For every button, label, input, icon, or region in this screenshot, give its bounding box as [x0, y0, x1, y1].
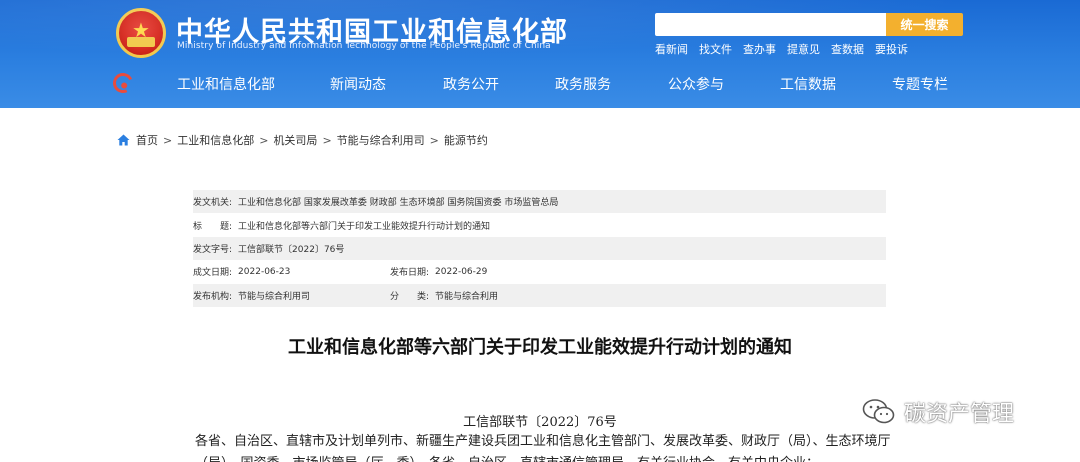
published-label: 发布日期: [390, 268, 430, 279]
breadcrumb-departments[interactable]: 机关司局 [273, 132, 317, 148]
quick-link-feedback[interactable]: 提意见 [787, 41, 820, 57]
emblem-star: ★ [132, 18, 150, 42]
nav-logo-dot [120, 81, 129, 90]
wechat-icon [862, 399, 895, 424]
nav-logo-icon[interactable] [110, 70, 136, 96]
published-date-cell: 发布日期: 2022-06-29 [390, 265, 488, 279]
home-icon [117, 134, 130, 146]
quick-links: 看新闻 找文件 查办事 提意见 查数据 要投诉 [655, 41, 919, 57]
page: ★ 中华人民共和国工业和信息化部 Ministry of Industry an… [0, 0, 1080, 462]
nav-item-ministry[interactable]: 工业和信息化部 [177, 74, 275, 94]
info-row-agency: 发布机构: 节能与综合利用司 分 类: 节能与综合利用 [193, 283, 886, 307]
quick-link-complaint[interactable]: 要投诉 [875, 41, 908, 57]
created-label: 成文日期: [193, 268, 233, 279]
nav-item-news[interactable]: 新闻动态 [330, 74, 386, 94]
docno-label: 发文字号: [193, 244, 233, 255]
breadcrumb-ministry[interactable]: 工业和信息化部 [177, 132, 254, 148]
search-input[interactable] [655, 13, 887, 36]
breadcrumb: 首页 > 工业和信息化部 > 机关司局 > 节能与综合利用司 > 能源节约 [117, 132, 488, 148]
site-subtitle: Ministry of Industry and Information Tec… [177, 41, 551, 51]
category-cell: 分 类: 节能与综合利用 [390, 289, 498, 302]
category-value: 节能与综合利用 [435, 291, 499, 302]
issuer-value: 工业和信息化部 国家发展改革委 财政部 生态环境部 国务院国资委 市场监管总局 [238, 198, 559, 209]
quick-link-news[interactable]: 看新闻 [655, 41, 688, 57]
title-value: 工业和信息化部等六部门关于印发工业能效提升行动计划的通知 [238, 221, 491, 232]
title-label: 标 题: [193, 221, 233, 232]
category-label: 分 类: [390, 291, 430, 302]
breadcrumb-separator: > [429, 133, 439, 147]
main-nav: 工业和信息化部 新闻动态 政务公开 政务服务 公众参与 工信数据 专题专栏 [150, 71, 950, 97]
breadcrumb-separator: > [322, 133, 332, 147]
breadcrumb-home[interactable]: 首页 [136, 132, 158, 148]
created-value: 2022-06-23 [238, 266, 291, 277]
breadcrumb-energy-saving[interactable]: 能源节约 [444, 132, 488, 148]
info-row-title: 标 题: 工业和信息化部等六部门关于印发工业能效提升行动计划的通知 [193, 213, 886, 236]
quick-link-files[interactable]: 找文件 [699, 41, 732, 57]
info-row-docno: 发文字号: 工信部联节〔2022〕76号 [193, 236, 886, 261]
breadcrumb-energy-dept[interactable]: 节能与综合利用司 [337, 132, 425, 148]
article-body-line: （局）、国资委、市场监管局（厅、委），各省、自治区、直辖市通信管理局，有关行业协… [195, 453, 895, 462]
info-row-dates: 成文日期: 2022-06-23 发布日期: 2022-06-29 [193, 260, 886, 283]
docno-value: 工信部联节〔2022〕76号 [238, 244, 345, 255]
search-button[interactable]: 统一搜索 [886, 13, 963, 36]
nav-item-gov-affairs[interactable]: 政务公开 [443, 74, 499, 94]
article-title: 工业和信息化部等六部门关于印发工业能效提升行动计划的通知 [288, 337, 792, 358]
breadcrumb-separator: > [163, 133, 173, 147]
agency-value: 节能与综合利用司 [238, 291, 311, 302]
quick-link-services[interactable]: 查办事 [743, 41, 776, 57]
nav-item-data[interactable]: 工信数据 [780, 74, 836, 94]
watermark-text: 碳资产管理 [904, 402, 1015, 427]
published-value: 2022-06-29 [435, 266, 488, 277]
site-header: ★ 中华人民共和国工业和信息化部 Ministry of Industry an… [0, 0, 1080, 108]
emblem-base [127, 37, 155, 47]
article-body-line: 各省、自治区、直辖市及计划单列市、新疆生产建设兵团工业和信息化主管部门、发展改革… [195, 434, 891, 449]
national-emblem-icon[interactable]: ★ [116, 8, 166, 58]
site-title[interactable]: 中华人民共和国工业和信息化部 [176, 10, 568, 49]
watermark: 碳资产管理 [862, 396, 1014, 428]
agency-cell: 发布机构: 节能与综合利用司 [193, 289, 390, 302]
nav-item-gov-services[interactable]: 政务服务 [555, 74, 611, 94]
info-row-issuer: 发文机关: 工业和信息化部 国家发展改革委 财政部 生态环境部 国务院国资委 市… [193, 190, 886, 214]
breadcrumb-separator: > [259, 133, 269, 147]
issuer-label: 发文机关: [193, 198, 233, 209]
quick-link-data[interactable]: 查数据 [831, 41, 864, 57]
agency-label: 发布机构: [193, 291, 233, 302]
nav-item-participation[interactable]: 公众参与 [668, 74, 724, 94]
created-date-cell: 成文日期: 2022-06-23 [193, 265, 390, 279]
document-info-table: 发文机关: 工业和信息化部 国家发展改革委 财政部 生态环境部 国务院国资委 市… [193, 190, 886, 307]
nav-item-topics[interactable]: 专题专栏 [892, 74, 948, 94]
article-body: 各省、自治区、直辖市及计划单列市、新疆生产建设兵团工业和信息化主管部门、发展改革… [195, 431, 895, 462]
